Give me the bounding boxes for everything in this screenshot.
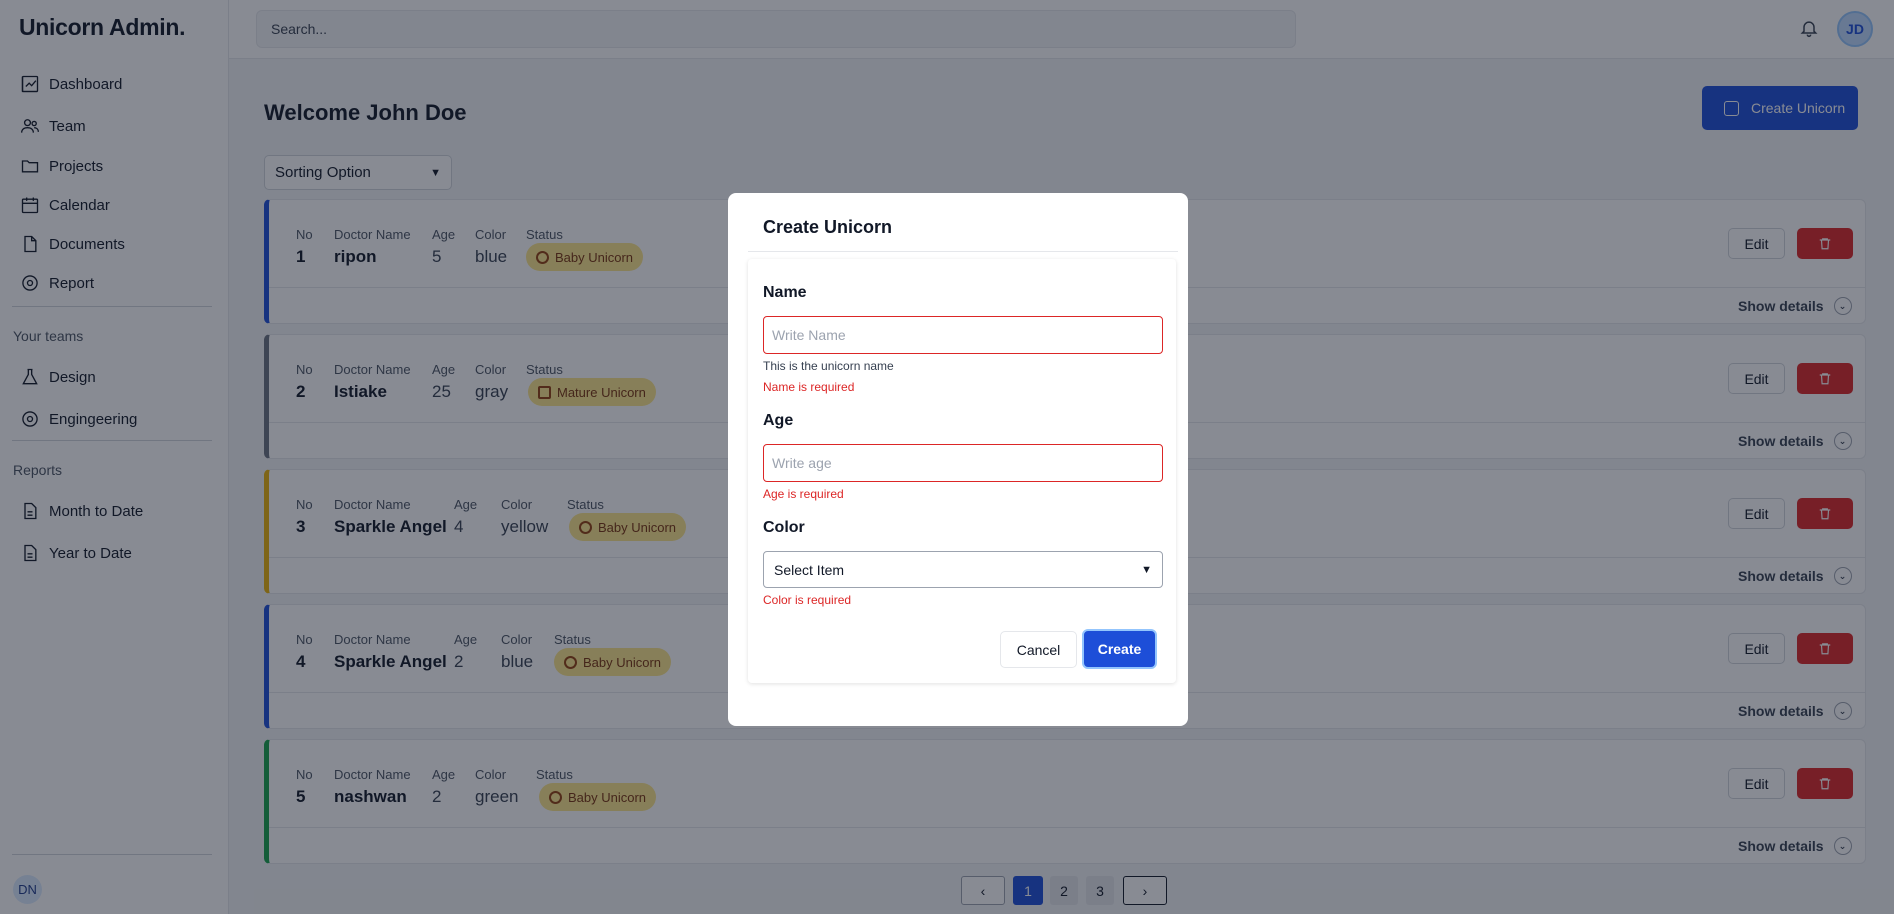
age-label: Age (763, 412, 794, 429)
app-root: Unicorn Admin. Dashboard Team Projects C… (0, 0, 1894, 914)
create-button[interactable]: Create (1082, 629, 1157, 669)
color-select[interactable]: Select Item ▼ (763, 551, 1163, 588)
color-label: Color (763, 519, 805, 536)
name-field[interactable] (763, 316, 1163, 354)
color-select-value: Select Item (774, 561, 845, 578)
modal-title: Create Unicorn (763, 217, 893, 237)
modal-divider (748, 251, 1178, 252)
color-error: Color is required (763, 593, 852, 607)
name-label: Name (763, 284, 807, 301)
name-error: Name is required (763, 380, 855, 394)
cancel-button[interactable]: Cancel (1000, 631, 1077, 668)
age-error: Age is required (763, 487, 844, 501)
create-unicorn-modal: Create Unicorn Name This is the unicorn … (728, 193, 1188, 726)
name-hint: This is the unicorn name (763, 359, 894, 373)
chevron-down-icon: ▼ (1141, 563, 1152, 576)
age-field[interactable] (763, 444, 1163, 482)
